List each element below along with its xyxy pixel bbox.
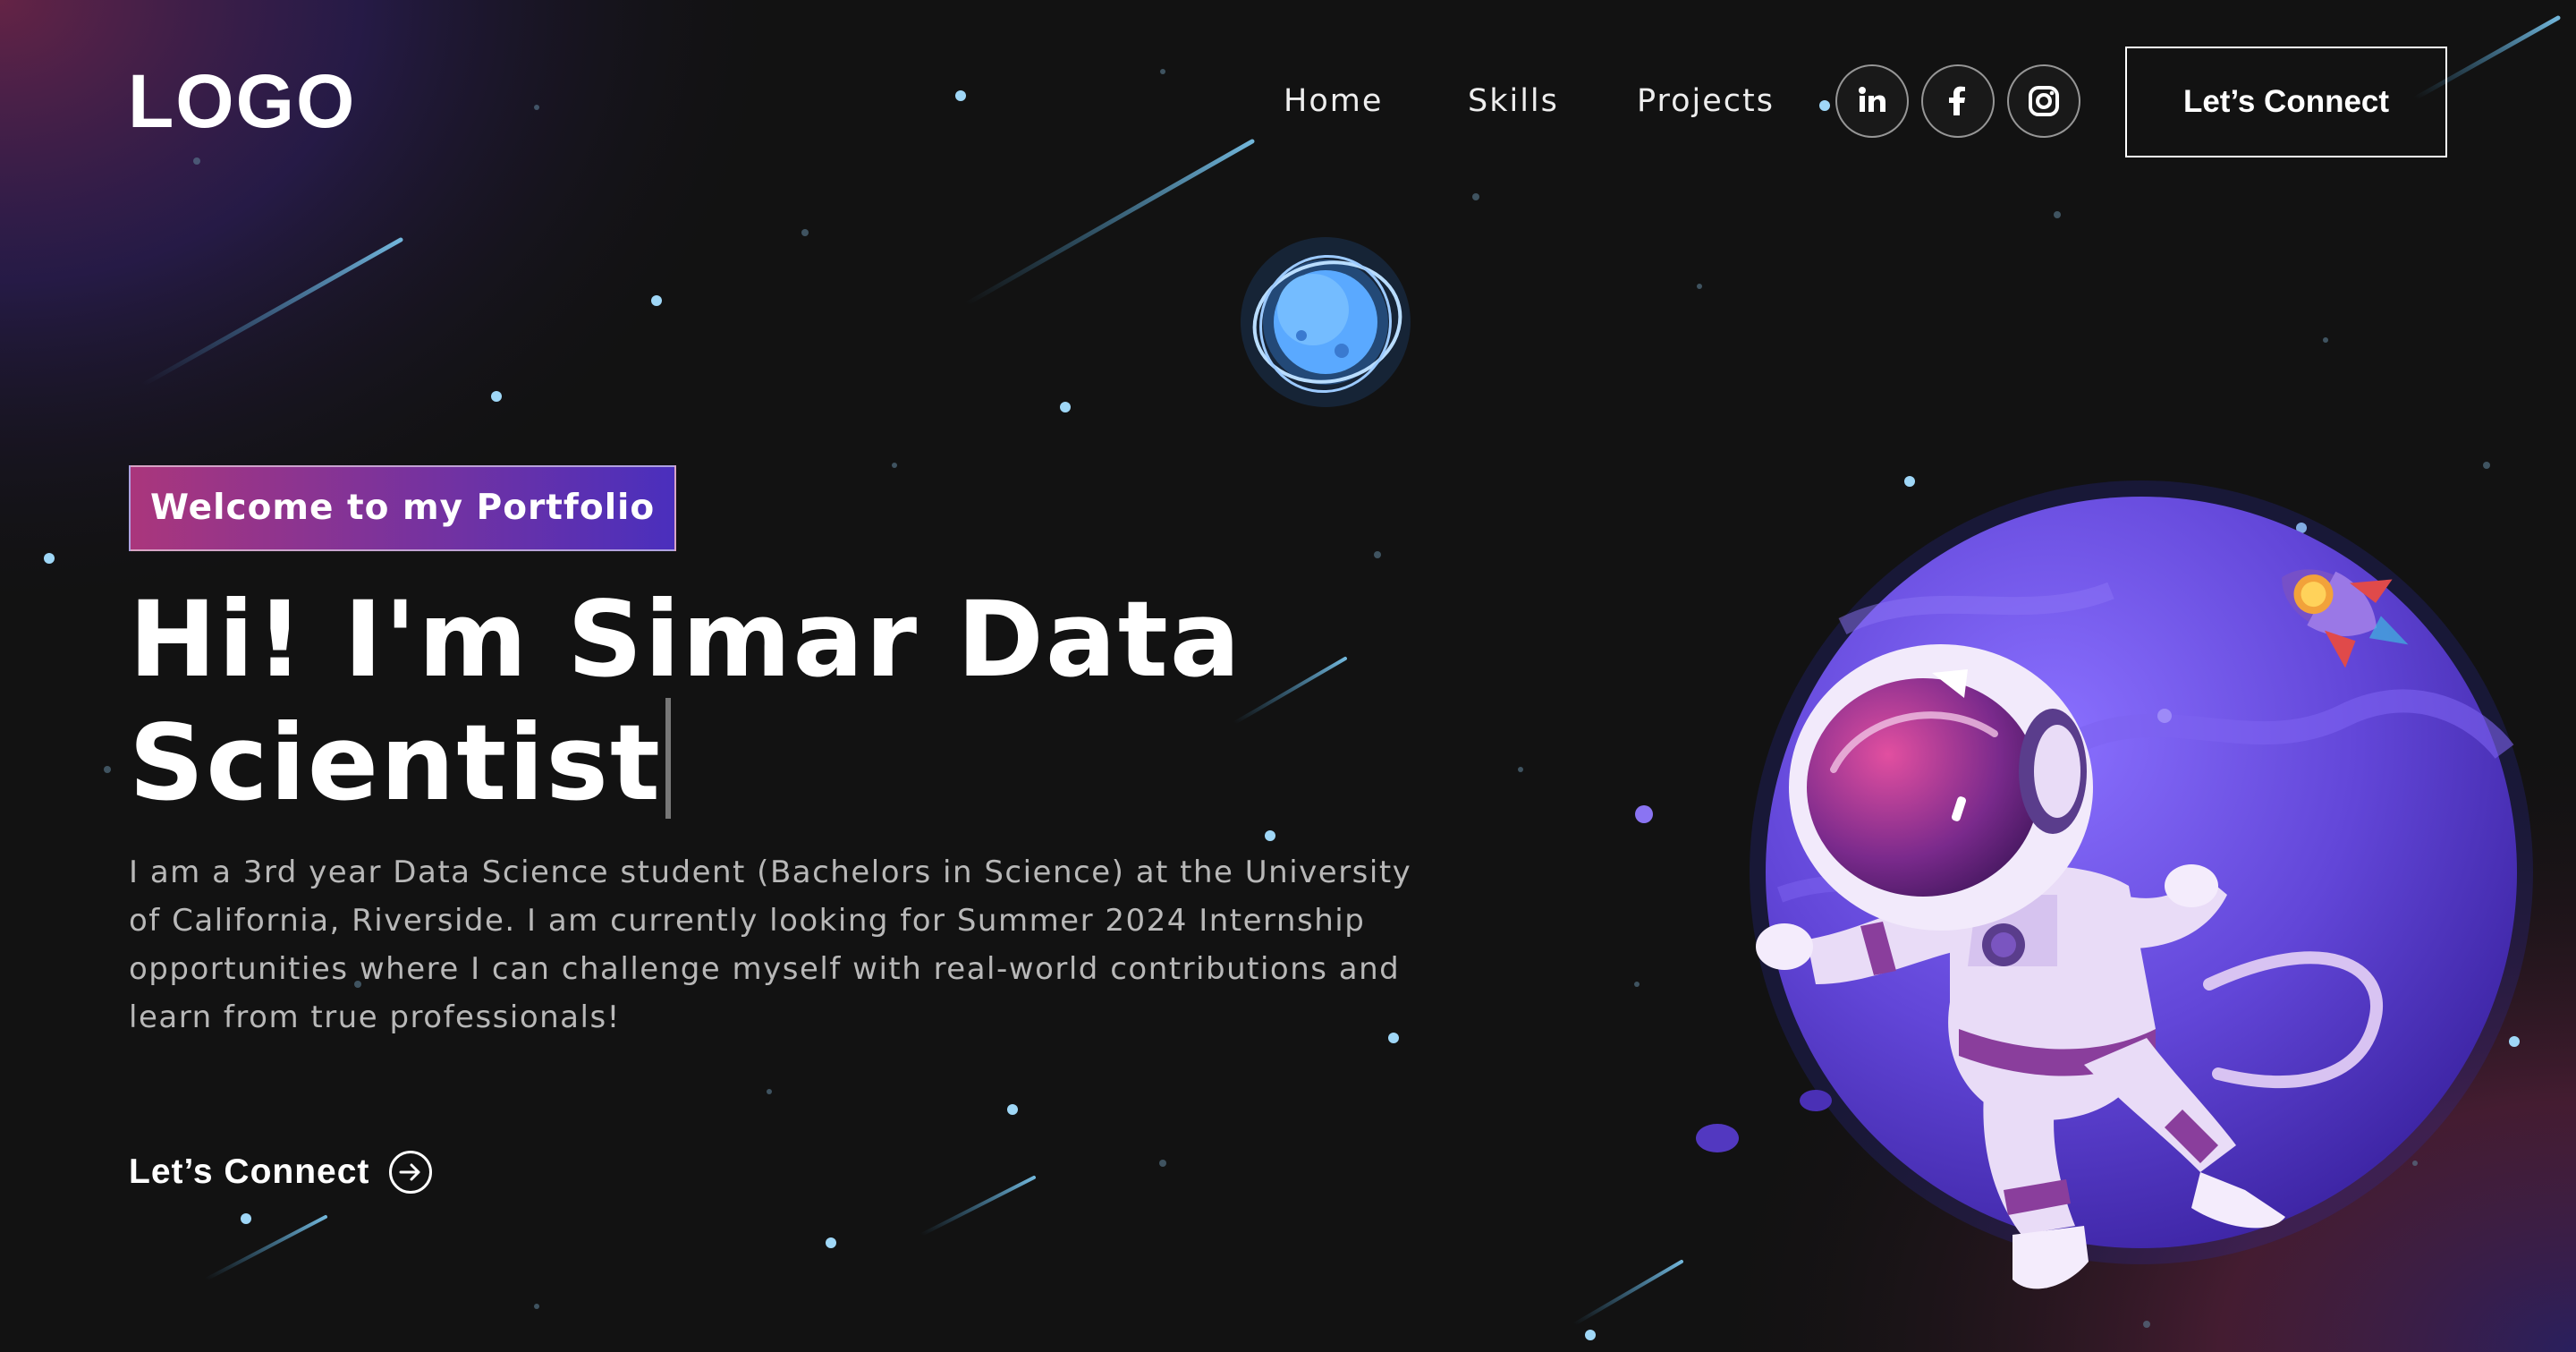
tagline-badge: Welcome to my Portfolio [129,465,677,551]
logo[interactable]: LOGO [128,61,356,141]
instagram-icon [2029,86,2059,116]
headline-text-2: Scientist [129,702,662,824]
nav-link-projects[interactable]: Projects [1637,79,1775,123]
hero-description: I am a 3rd year Data Science student (Ba… [129,855,1412,1035]
headline-line-1: Hi! I'm Simar Data [129,578,1242,701]
arrow-right-circle-icon [389,1151,433,1194]
instagram-button[interactable] [2007,64,2080,138]
facebook-button[interactable] [1921,64,1995,138]
lets-connect-link[interactable]: Let’s Connect [129,1151,433,1194]
typing-cursor [665,698,671,819]
connect-button[interactable]: Let’s Connect [2125,47,2447,157]
hero-illustration [1635,480,2533,1289]
navbar: LOGO Home Skills Projects Let’s Connect [0,0,2576,206]
linkedin-icon [1859,87,1885,112]
linkedin-button[interactable] [1835,64,1909,138]
cta-label: Let’s Connect [129,1152,370,1191]
facebook-icon [1949,86,1965,115]
nav-link-skills[interactable]: Skills [1468,79,1559,123]
headline-line-2: Scientist [129,698,1470,821]
nav-link-home[interactable]: Home [1284,79,1383,123]
hero-headline: Hi! I'm Simar Data Scientist [129,582,1470,821]
